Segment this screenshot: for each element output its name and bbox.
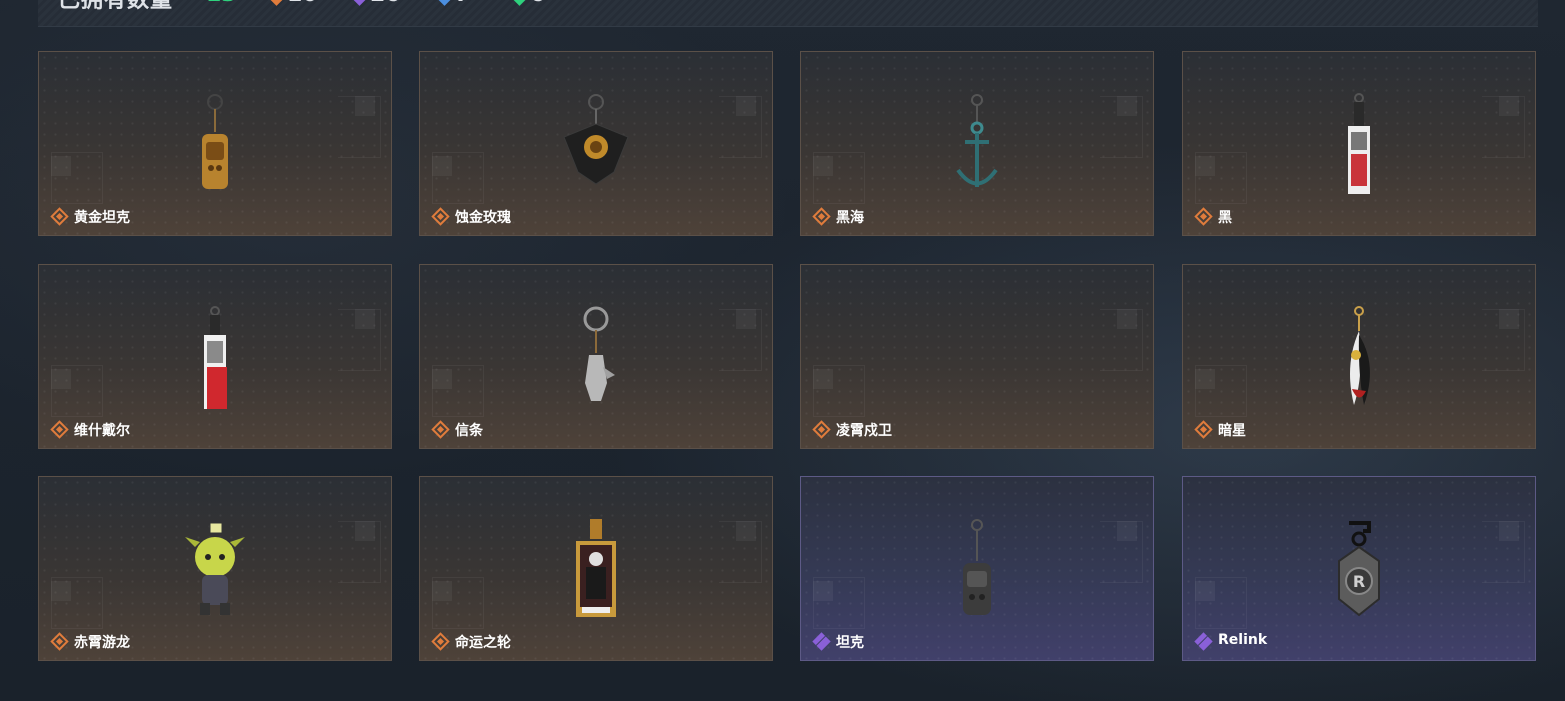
- charm-name: 赤霄游龙: [74, 635, 130, 651]
- green-gem-icon: [513, 0, 526, 6]
- charm-card[interactable]: 赤霄游龙: [38, 476, 392, 661]
- decor-square: [1195, 369, 1215, 389]
- decor-square: [1499, 309, 1519, 329]
- charm-card[interactable]: 蚀金玫瑰: [419, 51, 773, 236]
- stats-header-bar: [38, 0, 1538, 27]
- decor-square: [736, 521, 756, 541]
- charm-card[interactable]: 坦克: [800, 476, 1154, 661]
- blue-rarity-count: 7: [438, 0, 470, 7]
- charm-name: 凌霄戍卫: [836, 423, 892, 439]
- decor-square: [355, 309, 375, 329]
- orange-rarity-icon: [812, 207, 831, 226]
- charm-card[interactable]: 黄金坦克: [38, 51, 392, 236]
- golden-tank-charm-icon: [190, 92, 240, 197]
- charm-card[interactable]: 黑: [1182, 51, 1536, 236]
- decor-square: [51, 156, 71, 176]
- decor-square: [51, 581, 71, 601]
- charm-card[interactable]: R Relink: [1182, 476, 1536, 661]
- decor-square: [51, 369, 71, 389]
- charm-name: 维什戴尔: [74, 423, 130, 439]
- silver-figure-charm-icon: [571, 305, 621, 410]
- decor-square: [736, 309, 756, 329]
- charm-name: 信条: [455, 423, 483, 439]
- decor-square: [1499, 96, 1519, 116]
- orange-rarity-icon: [431, 632, 450, 651]
- feather-charm-icon: [1334, 305, 1384, 410]
- charm-name: 黄金坦克: [74, 210, 130, 226]
- charm-name: 坦克: [836, 635, 864, 651]
- decor-square: [1195, 156, 1215, 176]
- orange-rarity-icon: [1194, 207, 1213, 226]
- decor-square: [813, 581, 833, 601]
- orange-rarity-icon: [1194, 420, 1213, 439]
- blue-gem-icon: [438, 0, 451, 6]
- decor-square: [1117, 309, 1137, 329]
- charm-card[interactable]: 黑海: [800, 51, 1154, 236]
- relink-emblem-charm-icon: R: [1329, 517, 1389, 622]
- charm-card[interactable]: 信条: [419, 264, 773, 449]
- orange-gem-icon: [270, 0, 283, 6]
- anchor-charm-icon: [952, 92, 1002, 197]
- decor-square: [432, 369, 452, 389]
- card-tag-charm-icon: [1339, 92, 1379, 197]
- charm-name: 黑: [1218, 210, 1232, 226]
- decor-square: [432, 581, 452, 601]
- orange-rarity-icon: [431, 207, 450, 226]
- purple-rarity-icon: [812, 632, 831, 651]
- orange-rarity-icon: [431, 420, 450, 439]
- decor-square: [1117, 96, 1137, 116]
- charm-name: 暗星: [1218, 423, 1246, 439]
- charm-card[interactable]: 暗星: [1182, 264, 1536, 449]
- decor-square: [1117, 521, 1137, 541]
- decor-square: [432, 156, 452, 176]
- decor-square: [813, 369, 833, 389]
- purple-rarity-icon: [1194, 632, 1213, 651]
- purple-gem-icon: [353, 0, 366, 6]
- decor-square: [813, 156, 833, 176]
- charm-name: 黑海: [836, 210, 864, 226]
- owned-total-count: 13: [206, 0, 237, 7]
- decor-square: [355, 521, 375, 541]
- green-rarity-count: 6: [513, 0, 545, 7]
- orange-rarity-icon: [50, 420, 69, 439]
- charm-card[interactable]: 命运之轮: [419, 476, 773, 661]
- charm-card[interactable]: 凌霄戍卫: [800, 264, 1154, 449]
- red-tag-charm-icon: [192, 305, 238, 410]
- tarot-card-charm-icon: [566, 517, 626, 622]
- decor-square: [736, 96, 756, 116]
- decor-square: [1195, 581, 1215, 601]
- rose-charm-icon: [556, 92, 636, 197]
- charm-name: Relink: [1218, 632, 1268, 648]
- orange-rarity-icon: [50, 632, 69, 651]
- orange-rarity-count: 10: [270, 0, 318, 7]
- owned-count-label: 已拥有数量: [58, 0, 174, 13]
- dragon-charm-icon: [180, 517, 250, 622]
- orange-rarity-icon: [50, 207, 69, 226]
- purple-rarity-count: 26: [353, 0, 401, 7]
- decor-square: [355, 96, 375, 116]
- decor-square: [1499, 521, 1519, 541]
- charm-name: 蚀金玫瑰: [455, 210, 511, 226]
- charm-name: 命运之轮: [455, 635, 511, 651]
- svg-text:R: R: [1353, 572, 1365, 591]
- orange-rarity-icon: [812, 420, 831, 439]
- tank-charm-icon: [952, 517, 1002, 622]
- charm-card[interactable]: 维什戴尔: [38, 264, 392, 449]
